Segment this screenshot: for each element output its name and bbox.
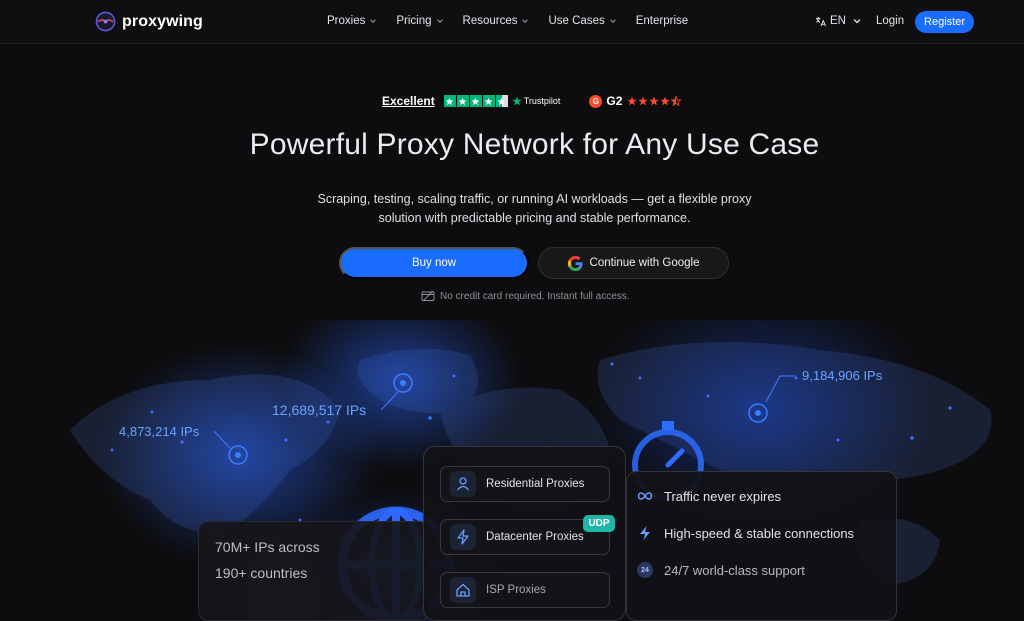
feature-support: 24 24/7 world-class support <box>637 562 805 578</box>
menu-item-use-cases[interactable]: Use Cases <box>548 15 616 27</box>
menu-item-enterprise[interactable]: Enterprise <box>636 15 688 27</box>
chevron-down-icon <box>609 19 616 23</box>
chevron-down-icon <box>522 19 529 23</box>
main-menu: Proxies Pricing Resources Use Cases Ente… <box>327 15 707 27</box>
menu-item-label: Pricing <box>396 15 432 27</box>
g2-label: G2 <box>606 94 623 108</box>
star-icon <box>649 96 660 106</box>
continue-with-google-button[interactable]: Continue with Google <box>538 247 729 279</box>
half-star-icon <box>671 96 682 106</box>
trustpilot-stars <box>443 95 508 107</box>
ip-count-europe: 12,689,517 IPs <box>272 402 367 418</box>
user-icon <box>450 471 476 497</box>
trustpilot-star-icon <box>512 96 522 106</box>
menu-item-label: Resources <box>462 15 518 27</box>
chevron-down-icon <box>436 19 443 23</box>
menu-item-proxies[interactable]: Proxies <box>327 15 377 27</box>
stat-line-countries: 190+ countries <box>215 565 308 581</box>
feature-label: High-speed & stable connections <box>664 525 855 541</box>
support-24-icon: 24 <box>637 562 653 578</box>
menu-item-label: Proxies <box>327 15 366 27</box>
star-icon <box>482 95 495 107</box>
star-icon <box>469 95 482 107</box>
brand-name: proxywing <box>122 12 203 30</box>
products-card: Residential Proxies Datacenter Proxies I… <box>423 446 626 621</box>
chevron-down-icon <box>853 19 861 24</box>
product-label: Datacenter Proxies <box>486 531 584 543</box>
translate-icon <box>815 16 826 26</box>
google-button-label: Continue with Google <box>589 257 700 269</box>
star-icon <box>456 95 469 107</box>
g2-logo-icon: G <box>589 94 603 108</box>
feature-high-speed: High-speed & stable connections <box>637 525 854 541</box>
stat-line-ips: 70M+ IPs across <box>215 539 320 555</box>
star-icon <box>443 95 456 107</box>
coverage-stat-card: 70M+ IPs across 190+ countries <box>198 521 430 621</box>
menu-item-label: Enterprise <box>635 15 689 27</box>
trustpilot-brand: Trustpilot <box>523 96 561 106</box>
features-card: Traffic never expires High-speed & stabl… <box>626 471 897 621</box>
infinity-icon <box>637 488 653 504</box>
lightning-icon <box>637 525 653 541</box>
feature-label: 24/7 world-class support <box>664 562 805 578</box>
no-card-note: No credit card required. Instant full ac… <box>421 290 630 302</box>
g2-stars <box>627 96 682 106</box>
feature-traffic-never-expires: Traffic never expires <box>637 488 781 504</box>
ip-count-americas: 4,873,214 IPs <box>119 424 200 439</box>
no-credit-card-icon <box>421 290 435 302</box>
proxywing-logo-icon <box>95 11 116 32</box>
ip-count-asia: 9,184,906 IPs <box>802 368 883 383</box>
bolt-icon <box>450 524 476 550</box>
language-code: EN <box>830 15 846 27</box>
language-selector[interactable]: EN <box>815 15 862 27</box>
hero-subtitle: Scraping, testing, scaling traffic, or r… <box>0 190 1024 228</box>
star-icon <box>627 96 638 106</box>
menu-item-pricing[interactable]: Pricing <box>396 15 443 27</box>
feature-label: Traffic never expires <box>664 488 782 504</box>
no-card-text: No credit card required. Instant full ac… <box>440 290 630 302</box>
login-link[interactable]: Login <box>876 15 904 27</box>
google-icon <box>567 255 583 271</box>
product-residential-proxies[interactable]: Residential Proxies <box>440 466 610 502</box>
chevron-down-icon <box>370 19 377 23</box>
menu-item-resources[interactable]: Resources <box>463 15 530 27</box>
ratings-bar: Excellent Trustpilot G G2 <box>382 94 682 108</box>
trustpilot-logo: Trustpilot <box>512 96 561 106</box>
hero-subtitle-line: solution with predictable pricing and st… <box>378 211 691 225</box>
register-button[interactable]: Register <box>915 11 974 33</box>
half-star-icon <box>495 95 508 107</box>
product-label: Residential Proxies <box>486 478 585 490</box>
menu-item-label: Use Cases <box>548 15 605 27</box>
brand-logo[interactable]: proxywing <box>95 11 203 32</box>
product-isp-proxies[interactable]: ISP Proxies <box>440 572 610 608</box>
top-navbar: proxywing Proxies Pricing Resources Use … <box>0 0 1024 44</box>
star-icon <box>638 96 649 106</box>
trustpilot-rating-label[interactable]: Excellent <box>382 94 435 108</box>
buy-now-button[interactable]: Buy now <box>339 247 529 279</box>
product-label: ISP Proxies <box>486 584 546 596</box>
home-icon <box>450 577 476 603</box>
udp-badge: UDP <box>583 515 615 532</box>
star-icon <box>660 96 671 106</box>
hero-subtitle-line: Scraping, testing, scaling traffic, or r… <box>317 192 752 206</box>
hero-title: Powerful Proxy Network for Any Use Case <box>249 128 820 161</box>
